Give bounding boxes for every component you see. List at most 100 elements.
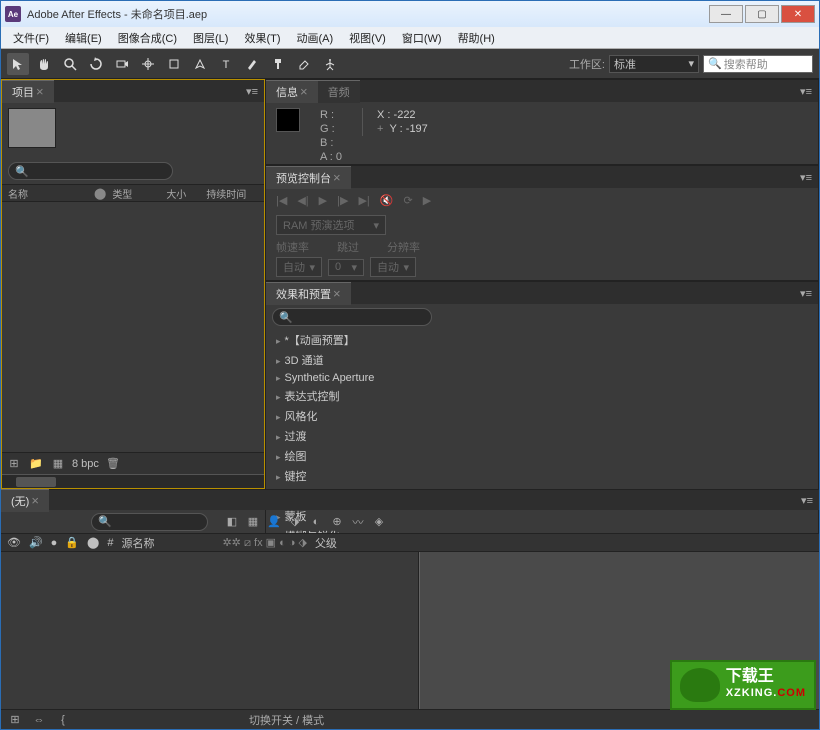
prev-frame-icon[interactable]: ◀|: [297, 194, 308, 207]
brainstorm-icon[interactable]: ⊕: [329, 514, 345, 530]
project-search-input[interactable]: 🔍: [8, 162, 173, 180]
source-name-col[interactable]: 源名称: [121, 535, 154, 551]
effects-search-input[interactable]: 🔍: [272, 308, 432, 326]
interpret-icon[interactable]: ⊞: [6, 456, 22, 472]
clone-tool-icon[interactable]: [267, 53, 289, 75]
panel-menu-icon[interactable]: ▾≡: [794, 287, 818, 300]
panel-menu-icon[interactable]: ▾≡: [240, 85, 264, 98]
next-frame-icon[interactable]: |▶: [337, 194, 348, 207]
rect-tool-icon[interactable]: [163, 53, 185, 75]
brush-tool-icon[interactable]: [241, 53, 263, 75]
trash-icon[interactable]: 🗑: [105, 456, 121, 472]
skip-select[interactable]: 0▾: [328, 259, 364, 276]
pen-tool-icon[interactable]: [189, 53, 211, 75]
preview-panel: 预览控制台× ▾≡ |◀ ◀| ▶ |▶ ▶| 🔇 ⟳: [265, 165, 819, 281]
puppet-tool-icon[interactable]: [319, 53, 341, 75]
draft-3d-icon[interactable]: ▦: [245, 514, 261, 530]
maximize-button[interactable]: ▢: [745, 5, 779, 23]
close-icon[interactable]: ×: [333, 286, 341, 301]
toggle-switches-icon[interactable]: ⊞: [7, 712, 23, 728]
label-icon[interactable]: ⬤: [94, 187, 106, 200]
fx-category[interactable]: Synthetic Aperture: [266, 370, 818, 386]
menu-layer[interactable]: 图层(L): [185, 28, 236, 48]
tab-project[interactable]: 项目×: [2, 80, 54, 103]
parent-col[interactable]: 父级: [315, 535, 337, 551]
tab-timeline[interactable]: (无)×: [1, 489, 49, 512]
menu-help[interactable]: 帮助(H): [450, 28, 503, 48]
motion-blur-icon[interactable]: ◐: [308, 514, 324, 530]
index-col[interactable]: #: [107, 537, 113, 549]
help-search-input[interactable]: 🔍 搜索帮助: [703, 55, 813, 73]
solo-switch-icon[interactable]: ●: [51, 537, 58, 549]
hand-tool-icon[interactable]: [33, 53, 55, 75]
timeline-search-input[interactable]: 🔍: [91, 513, 208, 531]
tab-effects[interactable]: 效果和预置×: [266, 282, 351, 305]
eraser-tool-icon[interactable]: [293, 53, 315, 75]
close-icon[interactable]: ×: [36, 84, 44, 99]
col-duration[interactable]: 持续时间: [206, 186, 258, 201]
rotate-tool-icon[interactable]: [85, 53, 107, 75]
hide-shy-icon[interactable]: 👤: [266, 514, 282, 530]
resolution-select[interactable]: 自动▾: [370, 257, 416, 277]
mute-icon[interactable]: 🔇: [380, 194, 394, 207]
graph-editor-icon[interactable]: 〰: [350, 514, 366, 530]
close-icon[interactable]: ×: [333, 170, 341, 185]
auto-keyframe-icon[interactable]: ◈: [371, 514, 387, 530]
menu-effect[interactable]: 效果(T): [236, 28, 288, 48]
workspace-select[interactable]: 标准▾: [609, 55, 699, 73]
ram-preview-icon[interactable]: ▶: [423, 194, 431, 207]
fx-category[interactable]: 键控: [266, 466, 818, 486]
menu-view[interactable]: 视图(V): [341, 28, 394, 48]
fx-category[interactable]: 过渡: [266, 426, 818, 446]
text-tool-icon[interactable]: T: [215, 53, 237, 75]
panel-menu-icon[interactable]: ▾≡: [794, 85, 818, 98]
fx-category[interactable]: 3D 通道: [266, 350, 818, 370]
folder-icon[interactable]: 📁: [28, 456, 44, 472]
menu-animation[interactable]: 动画(A): [289, 28, 342, 48]
panel-menu-icon[interactable]: ▾≡: [794, 171, 818, 184]
col-size[interactable]: 大小: [166, 186, 206, 201]
panel-menu-icon[interactable]: ▾≡: [795, 494, 819, 507]
camera-tool-icon[interactable]: [111, 53, 133, 75]
lock-switch-icon[interactable]: 🔒: [65, 536, 79, 549]
bpc-toggle[interactable]: 8 bpc: [72, 458, 99, 470]
selection-tool-icon[interactable]: [7, 53, 29, 75]
close-button[interactable]: ✕: [781, 5, 815, 23]
project-item-list[interactable]: [2, 202, 264, 452]
menu-composition[interactable]: 图像合成(C): [110, 28, 185, 48]
last-frame-icon[interactable]: ▶|: [358, 194, 369, 207]
comp-mini-flow-icon[interactable]: ◧: [224, 514, 240, 530]
label-icon[interactable]: ⬤: [87, 536, 99, 549]
anchor-tool-icon[interactable]: [137, 53, 159, 75]
tab-info[interactable]: 信息×: [266, 80, 318, 103]
col-name[interactable]: 名称: [8, 186, 94, 201]
video-switch-icon[interactable]: 👁: [7, 536, 21, 549]
zoom-handle-icon[interactable]: {: [55, 712, 71, 728]
loop-icon[interactable]: ⟳: [403, 194, 412, 207]
tab-audio[interactable]: 音频: [318, 80, 360, 103]
minimize-button[interactable]: —: [709, 5, 743, 23]
frame-blend-icon[interactable]: ⬗: [287, 514, 303, 530]
menu-window[interactable]: 窗口(W): [394, 28, 450, 48]
audio-switch-icon[interactable]: 🔊: [29, 536, 43, 549]
menu-edit[interactable]: 编辑(E): [57, 28, 110, 48]
new-comp-icon[interactable]: ▦: [50, 456, 66, 472]
ram-options-select[interactable]: RAM 预演选项▾: [276, 215, 386, 235]
tab-preview[interactable]: 预览控制台×: [266, 166, 351, 189]
framerate-select[interactable]: 自动▾: [276, 257, 322, 277]
play-icon[interactable]: ▶: [319, 194, 327, 207]
fx-category[interactable]: 表达式控制: [266, 386, 818, 406]
col-type[interactable]: 类型: [112, 186, 166, 201]
close-icon[interactable]: ×: [31, 493, 39, 508]
menu-file[interactable]: 文件(F): [5, 28, 57, 48]
first-frame-icon[interactable]: |◀: [276, 194, 287, 207]
fx-category[interactable]: 绘图: [266, 446, 818, 466]
layer-list[interactable]: [1, 552, 419, 709]
expand-icon[interactable]: ⇔: [31, 712, 47, 728]
close-icon[interactable]: ×: [300, 84, 308, 99]
fx-category[interactable]: 风格化: [266, 406, 818, 426]
horizontal-scrollbar[interactable]: [2, 474, 264, 488]
toggle-mode-button[interactable]: 切换开关 / 模式: [249, 712, 324, 728]
zoom-tool-icon[interactable]: [59, 53, 81, 75]
fx-category[interactable]: *【动画预置】: [266, 330, 818, 350]
